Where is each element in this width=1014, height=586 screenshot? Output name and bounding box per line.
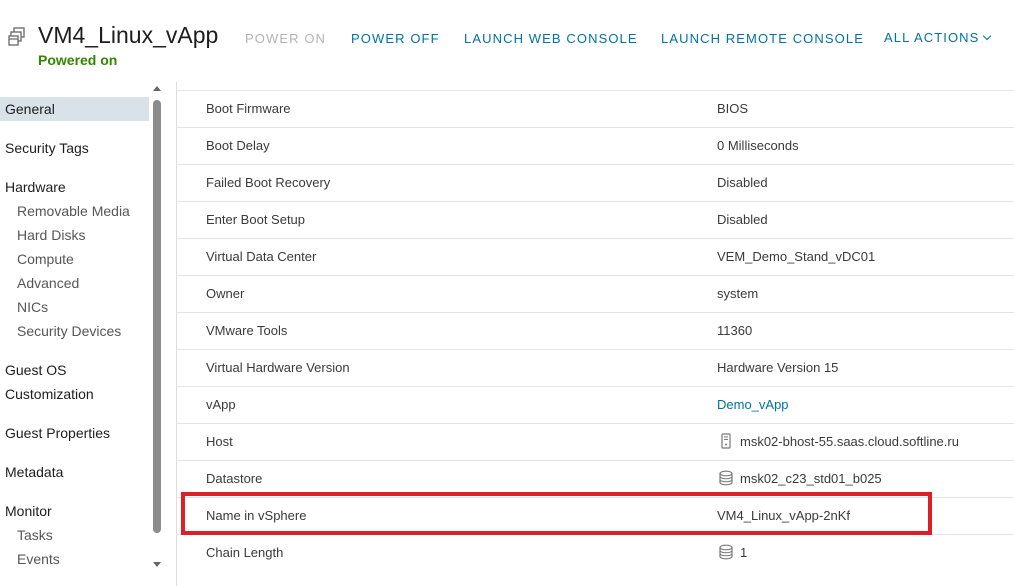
detail-row-host: Host msk02-bhost-55.saas.cloud.softline.…	[177, 424, 1014, 461]
nav-hardware[interactable]: Hardware	[5, 179, 66, 195]
scrollbar-thumb[interactable]	[153, 100, 161, 533]
nav-metadata[interactable]: Metadata	[5, 464, 63, 480]
detail-row-boot-delay: Boot Delay 0 Milliseconds	[177, 128, 1014, 165]
detail-row-chain-length: Chain Length 1	[177, 535, 1014, 571]
detail-label: Owner	[206, 286, 245, 301]
detail-value: VM4_Linux_vApp-2nKf	[717, 508, 850, 523]
nav-guest-os-line2: Customization	[5, 386, 94, 402]
detail-label: Virtual Hardware Version	[206, 360, 350, 375]
details-panel: Boot Firmware BIOS Boot Delay 0 Millisec…	[176, 82, 1014, 586]
power-status: Powered on	[38, 52, 118, 68]
detail-value: Disabled	[717, 175, 768, 190]
chevron-down-icon	[983, 31, 992, 41]
scroll-up-arrow-icon[interactable]	[153, 86, 161, 91]
power-off-button[interactable]: POWER OFF	[351, 31, 440, 46]
disk-stack-icon	[719, 544, 733, 560]
nav-nics[interactable]: NICs	[17, 299, 48, 315]
detail-row-top-partial	[177, 54, 1014, 91]
all-actions-label: ALL ACTIONS	[884, 30, 980, 45]
detail-row-owner: Owner system	[177, 276, 1014, 313]
detail-label: Datastore	[206, 471, 263, 486]
detail-value: 11360	[717, 323, 753, 338]
nav-monitor[interactable]: Monitor	[5, 503, 52, 519]
nav-compute[interactable]: Compute	[17, 251, 74, 267]
nav-guest-properties[interactable]: Guest Properties	[5, 425, 110, 441]
detail-value: msk02_c23_std01_b025	[740, 471, 882, 486]
detail-row-name-in-vsphere: Name in vSphere VM4_Linux_vApp-2nKf	[177, 498, 1014, 535]
detail-label: vApp	[206, 397, 236, 412]
detail-value: Hardware Version 15	[717, 360, 839, 375]
detail-label: VMware Tools	[206, 323, 288, 338]
detail-value: Disabled	[717, 212, 768, 227]
detail-row-boot-firmware: Boot Firmware BIOS	[177, 91, 1014, 128]
detail-label: Chain Length	[206, 545, 284, 560]
launch-web-console-button[interactable]: LAUNCH WEB CONSOLE	[464, 31, 638, 46]
detail-label: Virtual Data Center	[206, 249, 317, 264]
launch-remote-console-button[interactable]: LAUNCH REMOTE CONSOLE	[661, 31, 864, 46]
scroll-down-arrow-icon[interactable]	[153, 562, 161, 567]
detail-label: Name in vSphere	[206, 508, 307, 523]
detail-value: 1	[740, 545, 748, 560]
vm-icon	[8, 27, 25, 46]
detail-value: msk02-bhost-55.saas.cloud.softline.ru	[740, 434, 959, 449]
detail-row-virtual-hardware-version: Virtual Hardware Version Hardware Versio…	[177, 350, 1014, 387]
nav-removable-media[interactable]: Removable Media	[17, 203, 130, 219]
nav-hard-disks[interactable]: Hard Disks	[17, 227, 85, 243]
detail-row-failed-boot-recovery: Failed Boot Recovery Disabled	[177, 165, 1014, 202]
detail-label: Host	[206, 434, 233, 449]
nav-events[interactable]: Events	[17, 551, 60, 567]
detail-row-enter-boot-setup: Enter Boot Setup Disabled	[177, 202, 1014, 239]
vapp-link[interactable]: Demo_vApp	[717, 397, 789, 412]
power-on-button[interactable]: POWER ON	[245, 31, 326, 46]
detail-label: Boot Delay	[206, 138, 270, 153]
detail-row-datastore: Datastore msk02_c23_std01_b025	[177, 461, 1014, 498]
nav-security-devices[interactable]: Security Devices	[17, 323, 121, 339]
detail-row-vmware-tools: VMware Tools 11360	[177, 313, 1014, 350]
nav-guest-os-line1: Guest OS	[5, 362, 67, 378]
detail-row-vapp: vApp Demo_vApp	[177, 387, 1014, 424]
all-actions-dropdown[interactable]: ALL ACTIONS	[884, 30, 992, 45]
detail-label: Boot Firmware	[206, 101, 291, 116]
detail-value: VEM_Demo_Stand_vDC01	[717, 249, 876, 264]
sidebar-scrollbar[interactable]	[150, 82, 164, 572]
datastore-icon	[719, 470, 733, 486]
vm-title: VM4_Linux_vApp	[38, 22, 219, 48]
nav-general[interactable]: General	[5, 101, 55, 117]
nav-advanced[interactable]: Advanced	[17, 275, 79, 291]
nav-security-tags[interactable]: Security Tags	[5, 140, 89, 156]
detail-label: Enter Boot Setup	[206, 212, 306, 227]
detail-value: BIOS	[717, 101, 749, 116]
nav-guest-os-customization[interactable]: Guest OS Customization	[5, 362, 94, 402]
detail-row-virtual-data-center: Virtual Data Center VEM_Demo_Stand_vDC01	[177, 239, 1014, 276]
detail-label: Failed Boot Recovery	[206, 175, 331, 190]
server-icon	[721, 433, 731, 449]
detail-value: system	[717, 286, 759, 301]
nav-tasks[interactable]: Tasks	[17, 527, 53, 543]
detail-value: 0 Milliseconds	[717, 138, 799, 153]
